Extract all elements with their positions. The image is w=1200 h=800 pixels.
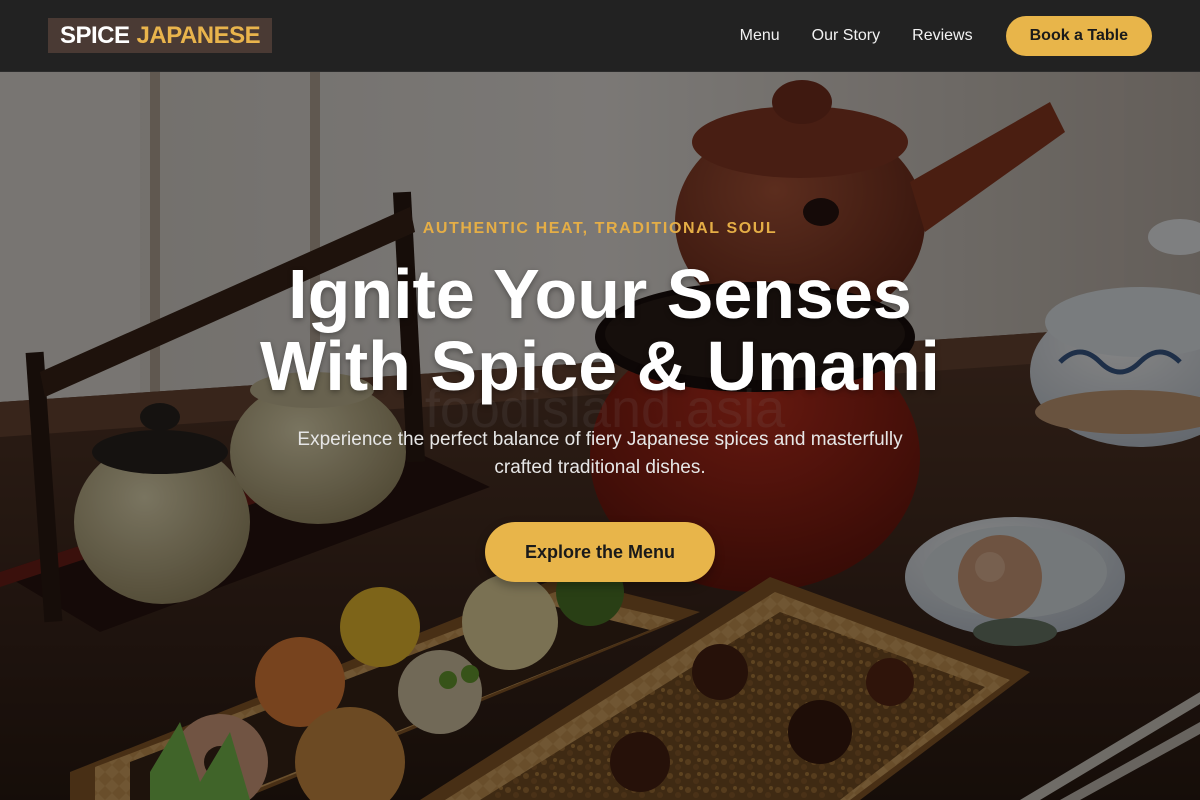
- nav-link-menu[interactable]: Menu: [740, 27, 780, 45]
- hero-headline: Ignite Your Senses With Spice & Umami: [0, 258, 1200, 402]
- hero-eyebrow: AUTHENTIC HEAT, TRADITIONAL SOUL: [422, 220, 778, 237]
- nav-link-our-story[interactable]: Our Story: [812, 27, 880, 45]
- top-navbar: SPICE JAPANESE Menu Our Story Reviews Bo…: [0, 0, 1200, 72]
- nav-link-reviews[interactable]: Reviews: [912, 27, 972, 45]
- brand-logo[interactable]: SPICE JAPANESE: [48, 18, 273, 53]
- hero-subtitle: Experience the perfect balance of fiery …: [297, 429, 903, 478]
- brand-logo-word-2: JAPANESE: [136, 21, 261, 49]
- nav-links: Menu Our Story Reviews: [740, 27, 973, 45]
- hero-headline-line-1: Ignite Your Senses: [288, 255, 912, 333]
- hero-headline-line-2: With Spice & Umami: [259, 327, 941, 405]
- brand-logo-word-1: SPICE: [60, 21, 130, 49]
- explore-menu-button[interactable]: Explore the Menu: [485, 522, 715, 582]
- book-table-button[interactable]: Book a Table: [1005, 15, 1152, 56]
